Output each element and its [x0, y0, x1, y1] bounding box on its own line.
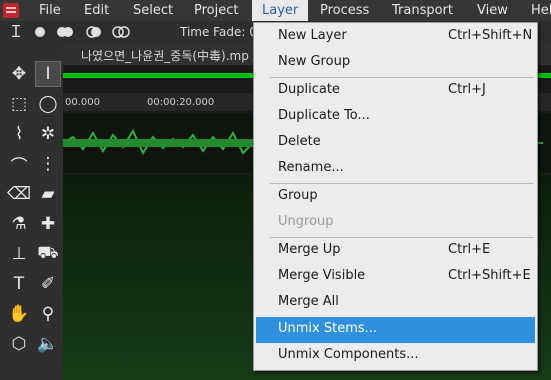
- menu-file[interactable]: File: [39, 0, 61, 21]
- clone-stamp-icon[interactable]: ⚗: [6, 211, 32, 237]
- magic-wand-icon[interactable]: ✲: [35, 121, 61, 147]
- menu-item-delete[interactable]: Delete: [254, 130, 537, 156]
- eraser2-icon[interactable]: ▰: [35, 181, 61, 207]
- menu-item-rename[interactable]: Rename...: [254, 156, 537, 182]
- hand-tool-icon[interactable]: ✋: [6, 301, 32, 327]
- menu-item-merge-up[interactable]: Merge Up Ctrl+E: [254, 238, 537, 264]
- tool-palette: ✥ I ⬚ ◯ ⌇ ✲ ⌒ ⋮ ⌫ ▰ ⚗ ✚ ⊥ ⛟ T ✐ ✋ ⚲ ⬡ 🔈: [0, 43, 63, 380]
- harmonic-select-icon[interactable]: ⋮: [35, 151, 61, 177]
- eraser-icon[interactable]: ⌫: [6, 181, 32, 207]
- app-logo-icon[interactable]: [2, 2, 20, 19]
- cube-tool-icon[interactable]: ⬡: [6, 331, 32, 357]
- layer-menu: New Layer Ctrl+Shift+N New Group Duplica…: [253, 22, 538, 371]
- menu-item-new-layer[interactable]: New Layer Ctrl+Shift+N: [254, 24, 537, 50]
- menu-item-ungroup: Ungroup: [278, 214, 334, 229]
- menu-item-new-group[interactable]: New Group: [254, 50, 537, 76]
- frequency-select-icon[interactable]: ⌒: [6, 151, 32, 177]
- menu-layer[interactable]: Layer: [252, 0, 309, 21]
- text-tool-icon[interactable]: T: [6, 271, 32, 297]
- file-tab-name: 나였으면_나윤권_중독(中毒).mp: [81, 49, 249, 63]
- ruler-tick: 00:00:20.000: [147, 97, 215, 108]
- fill-icon[interactable]: ⛟: [35, 241, 61, 267]
- text-select-tool-icon[interactable]: I: [35, 61, 61, 87]
- menu-transport[interactable]: Transport: [392, 0, 453, 21]
- lasso-tool-icon[interactable]: ◯: [35, 91, 61, 117]
- brush-select-tool-icon[interactable]: ⌇: [6, 121, 32, 147]
- menu-help[interactable]: Hel: [531, 0, 551, 21]
- text-cursor-icon[interactable]: Ｉ: [8, 21, 24, 43]
- menu-process[interactable]: Process: [320, 0, 369, 21]
- bandage-icon[interactable]: ✚: [35, 211, 61, 237]
- menu-item-unmix-stems[interactable]: Unmix Stems...: [256, 317, 535, 343]
- menu-select[interactable]: Select: [133, 0, 173, 21]
- move-tool-icon[interactable]: ✥: [6, 61, 32, 87]
- ruler-tick: 00.000: [65, 97, 100, 108]
- brush-shape-icons[interactable]: [34, 26, 134, 38]
- menu-project[interactable]: Project: [194, 0, 238, 21]
- menu-item-group[interactable]: Group: [254, 184, 537, 210]
- menu-item-duplicate[interactable]: Duplicate Ctrl+J: [254, 78, 537, 104]
- menu-item-unmix-components[interactable]: Unmix Components...: [254, 343, 537, 369]
- eyedropper-icon[interactable]: ✐: [35, 271, 61, 297]
- menu-bar: File Edit Select Project Layer Process T…: [0, 0, 551, 21]
- stamp-icon[interactable]: ⊥: [6, 241, 32, 267]
- menu-view[interactable]: View: [477, 0, 508, 21]
- menu-edit[interactable]: Edit: [84, 0, 109, 21]
- speaker-icon[interactable]: 🔈: [35, 331, 61, 357]
- menu-item-merge-all[interactable]: Merge All: [254, 290, 537, 316]
- time-fade-label: Time Fade: 0.: [180, 25, 261, 39]
- menu-item-merge-visible[interactable]: Merge Visible Ctrl+Shift+E: [254, 264, 537, 290]
- rect-select-tool-icon[interactable]: ⬚: [6, 91, 32, 117]
- zoom-tool-icon[interactable]: ⚲: [35, 301, 61, 327]
- menu-item-duplicate-to[interactable]: Duplicate To...: [254, 104, 537, 130]
